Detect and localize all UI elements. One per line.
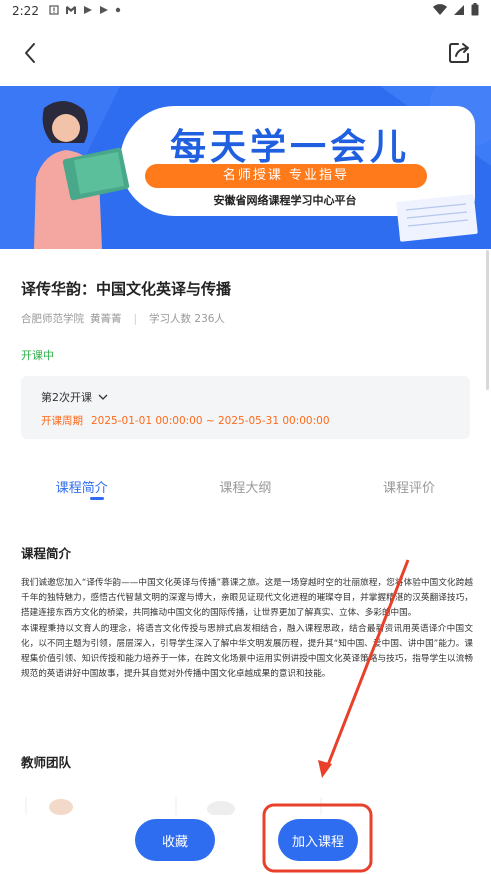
tab-intro[interactable]: 课程简介 bbox=[0, 470, 164, 510]
top-bar bbox=[0, 30, 491, 76]
course-meta: 合肥师范学院 黄菁菁 | 学习人数 236人 bbox=[21, 311, 225, 326]
play-store-icon bbox=[83, 5, 93, 18]
session-period: 开课周期 2025-01-01 00:00:00 ~ 2025-05-31 00:… bbox=[41, 413, 330, 428]
gmail-icon bbox=[65, 5, 77, 18]
meta-divider: | bbox=[133, 312, 138, 325]
intro-paragraph: 我们诚邀您加入“译传华韵——中国文化英译与传播”慕课之旅。这是一场穿越时空的壮丽… bbox=[21, 578, 473, 619]
intro-text: 我们诚邀您加入“译传华韵——中国文化英译与传播”慕课之旅。这是一场穿越时空的壮丽… bbox=[21, 576, 473, 682]
banner-pill: 名师授课 专业指导 bbox=[145, 164, 427, 188]
wifi-icon bbox=[433, 4, 447, 18]
notebook-illustration bbox=[396, 194, 478, 242]
join-course-button[interactable]: 加入课程 bbox=[278, 819, 358, 861]
back-button[interactable] bbox=[16, 38, 44, 68]
tab-outline[interactable]: 课程大纲 bbox=[164, 470, 328, 510]
intro-heading: 课程简介 bbox=[21, 546, 72, 561]
status-time: 2:22 bbox=[12, 4, 39, 18]
course-tabs: 课程简介 课程大纲 课程评价 bbox=[0, 470, 491, 510]
course-school: 合肥师范学院 bbox=[21, 313, 84, 325]
status-bar: 2:22 bbox=[0, 0, 491, 22]
status-right bbox=[433, 3, 479, 19]
share-button[interactable] bbox=[445, 38, 473, 68]
banner-subtitle: 安徽省网络课程学习中心平台 bbox=[213, 194, 357, 207]
favorite-button[interactable]: 收藏 bbox=[135, 819, 215, 861]
play-store-icon bbox=[99, 5, 109, 18]
scrollbar[interactable] bbox=[486, 250, 489, 390]
active-tab-indicator bbox=[90, 497, 104, 500]
banner-title: 每天学一会儿 bbox=[169, 127, 410, 168]
chevron-down-icon bbox=[98, 394, 108, 400]
intro-paragraph: 本课程秉持以文育人的理念，将语言文化传授与思辨式启发相结合，融入课程思政，结合最… bbox=[21, 623, 473, 680]
tab-reviews[interactable]: 课程评价 bbox=[327, 470, 491, 510]
session-dropdown[interactable]: 第2次开课 bbox=[41, 389, 108, 405]
signal-icon bbox=[453, 4, 465, 19]
session-box: 第2次开课 开课周期 2025-01-01 00:00:00 ~ 2025-05-… bbox=[21, 376, 470, 439]
period-value: 2025-01-01 00:00:00 ~ 2025-05-31 00:00:0… bbox=[91, 415, 330, 427]
warning-square-icon bbox=[49, 4, 59, 18]
course-title: 译传华韵：中国文化英译与传播 bbox=[21, 280, 232, 298]
course-status: 开课中 bbox=[21, 349, 54, 362]
status-left: 2:22 bbox=[12, 4, 121, 18]
share-icon bbox=[449, 43, 469, 63]
reader-illustration bbox=[34, 100, 130, 249]
team-heading: 教师团队 bbox=[21, 755, 72, 770]
course-learners: 学习人数 236人 bbox=[149, 313, 225, 325]
arrow-head-icon bbox=[318, 760, 332, 778]
session-label: 第2次开课 bbox=[41, 391, 92, 404]
chevron-left-icon bbox=[25, 43, 35, 63]
teacher-cards bbox=[25, 797, 322, 815]
dot-icon bbox=[115, 6, 121, 16]
course-teacher: 黄菁菁 bbox=[90, 313, 122, 325]
battery-icon bbox=[471, 3, 479, 19]
period-label: 开课周期 bbox=[41, 415, 83, 427]
